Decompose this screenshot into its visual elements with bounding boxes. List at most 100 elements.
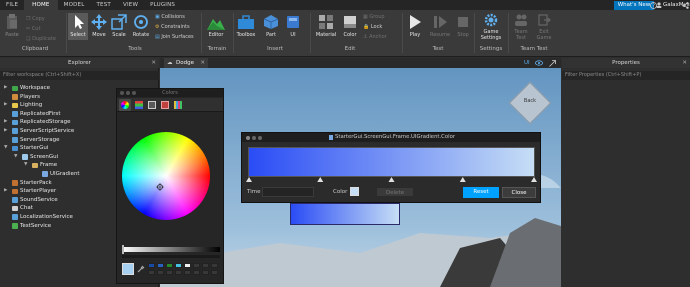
gradient-keypoint-marker[interactable] — [246, 177, 252, 182]
current-color-swatch[interactable] — [122, 263, 134, 275]
whats-new-button[interactable]: What's New — [614, 1, 654, 10]
edit-group-label: Edit — [344, 46, 356, 52]
gradient-keypoint-marker[interactable] — [459, 177, 466, 182]
expand-arrow-icon[interactable]: ▶ — [4, 118, 7, 127]
ui-insert-button[interactable]: UI — [284, 14, 302, 38]
collisions-toggle[interactable]: ▣ Collisions — [155, 14, 185, 20]
resume-button[interactable]: Resume — [428, 14, 452, 38]
close-icon[interactable]: ✕ — [200, 58, 205, 68]
constraints-toggle[interactable]: ⚙ Constraints — [155, 24, 190, 30]
color-wheel[interactable] — [122, 132, 210, 220]
reset-button[interactable]: Reset — [463, 187, 499, 198]
color-swatch[interactable] — [184, 263, 191, 268]
team-test-button[interactable]: Team Test — [510, 13, 532, 41]
color-swatch[interactable] — [157, 263, 164, 268]
image-palette-mode-icon[interactable] — [161, 101, 169, 109]
duplicate-button[interactable]: ❏ Duplicate — [26, 36, 56, 42]
share-icon[interactable] — [682, 2, 689, 9]
gradient-bar[interactable] — [248, 147, 535, 177]
delete-keypoint-button[interactable]: Delete — [376, 187, 414, 197]
anchor-button[interactable]: ⚓ Anchor — [363, 34, 387, 40]
color-swatch[interactable] — [157, 270, 164, 275]
group-button[interactable]: ▦ Group — [363, 14, 385, 20]
color-palette-mode-icon[interactable] — [148, 101, 156, 109]
window-minimize-icon[interactable] — [252, 135, 256, 140]
part-button[interactable]: Part — [262, 14, 280, 38]
select-tool-button[interactable]: Select — [68, 13, 88, 40]
colors-titlebar: Colors — [117, 89, 223, 97]
close-icon[interactable]: ✕ — [151, 58, 156, 68]
lock-button[interactable]: 🔒 Lock — [363, 24, 382, 30]
cut-button[interactable]: ✂ Cut — [26, 26, 40, 32]
color-picker-crosshair[interactable] — [156, 183, 164, 191]
play-button[interactable]: Play — [406, 14, 424, 38]
gradient-keypoint-marker[interactable] — [531, 177, 537, 182]
ui-visibility-toggle[interactable]: UI — [524, 59, 530, 67]
collapse-arrow-icon[interactable]: ▼ — [14, 153, 17, 162]
collapse-arrow-icon[interactable]: ▼ — [24, 161, 27, 170]
color-swatch[interactable] — [193, 263, 200, 268]
keypoint-color-box[interactable] — [350, 187, 359, 196]
color-swatch[interactable] — [193, 270, 200, 275]
eyedropper-icon[interactable] — [137, 265, 145, 273]
join-surfaces-toggle[interactable]: ▤ Join Surfaces — [155, 34, 194, 40]
terrain-editor-label: Editor — [208, 32, 224, 38]
gradient-keypoint-marker[interactable] — [317, 177, 324, 182]
rotate-tool-button[interactable]: Rotate — [130, 14, 152, 38]
eye-icon[interactable] — [535, 60, 543, 66]
exit-game-button[interactable]: Exit Game — [533, 13, 555, 41]
tab-dodge[interactable]: ☁ Dodge ✕ — [164, 58, 208, 68]
properties-filter-input[interactable]: Filter Properties (Ctrl+Shift+P) — [562, 71, 690, 80]
tab-plugins[interactable]: PLUGINS — [144, 0, 181, 10]
color-swatch[interactable] — [166, 270, 173, 275]
collapse-arrow-icon[interactable]: ▼ — [4, 144, 7, 153]
expand-icon[interactable] — [549, 60, 556, 67]
gradient-keypoint-marker[interactable] — [388, 177, 395, 182]
terrain-editor-button[interactable]: Editor — [205, 14, 227, 38]
user-icon[interactable] — [656, 2, 662, 8]
expand-arrow-icon[interactable]: ▶ — [4, 127, 7, 136]
window-maximize-icon[interactable] — [258, 135, 262, 140]
tab-view[interactable]: VIEW — [117, 0, 144, 10]
color-swatch[interactable] — [184, 270, 191, 275]
crayons-mode-icon[interactable] — [174, 101, 182, 109]
brightness-slider[interactable] — [122, 247, 220, 252]
lock-label: Lock — [370, 24, 383, 30]
move-tool-button[interactable]: Move — [90, 14, 108, 38]
properties-panel: Properties ✕ Filter Properties (Ctrl+Shi… — [562, 58, 690, 287]
game-settings-button[interactable]: Game Settings — [478, 13, 504, 41]
color-button[interactable]: Color — [341, 14, 359, 38]
color-swatch[interactable] — [148, 270, 155, 275]
explorer-filter-input[interactable]: Filter workspace (Ctrl+Shift+X) — [0, 71, 159, 80]
color-swatch[interactable] — [211, 270, 218, 275]
color-swatch[interactable] — [211, 263, 218, 268]
toolbox-button[interactable]: Toolbox — [235, 14, 257, 38]
color-swatch[interactable] — [175, 270, 182, 275]
color-sliders-mode-icon[interactable] — [135, 101, 143, 109]
tab-file[interactable]: FILE — [0, 0, 24, 10]
window-close-icon[interactable] — [246, 135, 250, 140]
close-button[interactable]: Close — [502, 187, 536, 198]
brightness-slider-thumb[interactable] — [122, 245, 124, 254]
time-label: Time — [247, 189, 261, 195]
color-swatch[interactable] — [148, 263, 155, 268]
tab-model[interactable]: MODEL — [58, 0, 91, 10]
expand-arrow-icon[interactable]: ▶ — [4, 84, 7, 93]
tab-test[interactable]: TEST — [90, 0, 117, 10]
material-button[interactable]: Material — [313, 14, 339, 38]
scale-tool-button[interactable]: Scale — [110, 14, 128, 38]
color-swatch[interactable] — [202, 270, 209, 275]
paste-button[interactable]: Paste — [3, 14, 21, 38]
stop-button[interactable]: Stop — [455, 14, 471, 38]
explorer-item-label: Lighting — [20, 102, 43, 109]
expand-arrow-icon[interactable]: ▶ — [4, 101, 7, 110]
expand-arrow-icon[interactable]: ▶ — [4, 187, 7, 196]
opacity-slider[interactable] — [122, 255, 220, 258]
copy-button[interactable]: ❐ Copy — [26, 16, 45, 22]
close-icon[interactable]: ✕ — [682, 58, 687, 68]
color-swatch[interactable] — [166, 263, 173, 268]
color-swatch[interactable] — [175, 263, 182, 268]
time-input[interactable] — [262, 187, 314, 197]
tab-home[interactable]: HOME — [24, 0, 58, 10]
color-swatch[interactable] — [202, 263, 209, 268]
